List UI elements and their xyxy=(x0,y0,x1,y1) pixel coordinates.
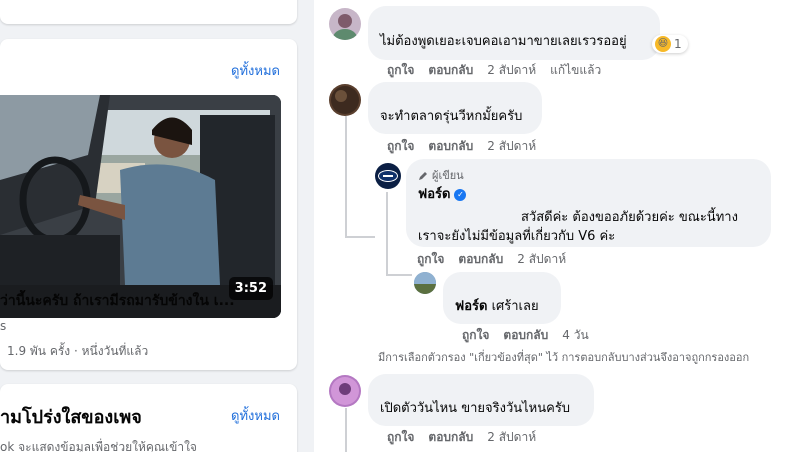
comment-time[interactable]: 4 วัน xyxy=(562,328,588,342)
comment-time[interactable]: 2 สัปดาห์ xyxy=(487,63,536,77)
commenter-avatar[interactable] xyxy=(414,272,436,294)
comment-text: เปิดตัววันไหน ขายจริงวันไหนครับ xyxy=(380,401,571,416)
comment-actions: ถูกใจ ตอบกลับ 2 สัปดาห์ xyxy=(417,250,580,269)
video-subline: s xyxy=(0,319,7,333)
comment-actions: ถูกใจ ตอบกลับ 2 สัปดาห์ xyxy=(387,137,550,156)
comment-time[interactable]: 2 สัปดาห์ xyxy=(487,430,536,444)
author-name[interactable]: ฟอร์ด xyxy=(418,185,450,204)
author-name-row: ฟอร์ด ✓ xyxy=(418,185,759,204)
reaction-number: 1 xyxy=(674,37,682,51)
author-reply-line1: สวัสดีค่ะ ต้องขออภัยด้วยค่ะ ขณะนี้ทาง xyxy=(521,210,738,225)
avatar-image xyxy=(331,377,359,405)
transparency-title: ามโปร่งใสของเพจ xyxy=(0,407,142,428)
video-title[interactable]: ว่านี้นะครับ ถ้าเรามีรถมารับข้างใน เ... xyxy=(0,290,297,312)
avatar-image xyxy=(333,14,357,40)
comment-actions: ถูกใจ ตอบกลับ 2 สัปดาห์ xyxy=(387,428,550,447)
transparency-body: ok จะแสดงข้อมูลเพื่อช่วยให้คุณเข้าใจ xyxy=(0,440,197,452)
videos-card: ดูทั้งหมด 3:52 xyxy=(0,39,297,370)
author-reply-bubble: ผู้เขียน ฟอร์ด ✓ สวัสดีค่ะ ต้องขออภัยด้ว… xyxy=(406,159,771,247)
thread-line-nested xyxy=(386,192,388,276)
reply-button[interactable]: ตอบกลับ xyxy=(428,139,473,153)
verified-badge-icon: ✓ xyxy=(454,188,467,201)
avatar-image xyxy=(414,272,436,294)
thread-line-3 xyxy=(345,408,347,452)
comment-bubble: จะทำตลาดรุ่นวีหกมั้ยครับ xyxy=(368,82,542,134)
videos-see-all-link[interactable]: ดูทั้งหมด xyxy=(231,60,280,81)
reply-button[interactable]: ตอบกลับ xyxy=(428,63,473,77)
reply-button[interactable]: ตอบกลับ xyxy=(458,252,503,266)
comment-text: ไม่ต้องพูดเยอะเจบคอเอามาขายเลยเรวรออยู่ xyxy=(380,34,627,49)
thread-line-branch xyxy=(345,236,375,238)
reply-text: เศร้าเลย xyxy=(491,299,539,314)
like-button[interactable]: ถูกใจ xyxy=(387,139,414,153)
left-column: ดูทั้งหมด 3:52 ว่านี้นะครับ ถ้าเรามีรถมา… xyxy=(0,0,314,452)
laughing-emoji-icon: 😆 xyxy=(655,36,671,52)
pencil-icon xyxy=(419,171,427,180)
comment-bubble: ไม่ต้องพูดเยอะเจบคอเอามาขายเลยเรวรออยู่ xyxy=(368,6,660,60)
like-button[interactable]: ถูกใจ xyxy=(387,430,414,444)
commenter-avatar[interactable] xyxy=(329,375,361,407)
edited-label: แก้ไขแล้ว xyxy=(550,63,602,77)
comment-actions: ถูกใจ ตอบกลับ 2 สัปดาห์ แก้ไขแล้ว xyxy=(387,61,615,80)
comment-text: จะทำตลาดรุ่นวีหกมั้ยครับ xyxy=(380,109,523,124)
reply-name[interactable]: ฟอร์ด xyxy=(455,299,487,314)
author-reply-line2: เราจะยังไม่มีข้อมูลที่เกี่ยวกับ V6 ค่ะ xyxy=(418,229,616,244)
commenter-avatar[interactable] xyxy=(329,84,361,116)
video-thumbnail[interactable]: 3:52 xyxy=(0,95,281,318)
like-button[interactable]: ถูกใจ xyxy=(387,63,414,77)
comment-actions: ถูกใจ ตอบกลับ 4 วัน xyxy=(462,326,603,345)
video-meta: 1.9 พัน ครั้ง · หนึ่งวันที่แล้ว xyxy=(7,344,149,358)
like-button[interactable]: ถูกใจ xyxy=(417,252,444,266)
avatar-image xyxy=(331,86,359,114)
reply-button[interactable]: ตอบกลับ xyxy=(428,430,473,444)
author-badge: ผู้เขียน xyxy=(418,166,759,185)
commenter-avatar[interactable] xyxy=(329,8,361,40)
author-badge-label: ผู้เขียน xyxy=(432,169,464,182)
transparency-see-all-link[interactable]: ดูทั้งหมด xyxy=(231,405,280,426)
ford-logo-icon xyxy=(378,170,398,182)
comment-bubble: เปิดตัววันไหน ขายจริงวันไหนครับ xyxy=(368,374,594,426)
ford-avatar[interactable] xyxy=(375,163,401,189)
like-button[interactable]: ถูกใจ xyxy=(462,328,489,342)
comment-bubble: ฟอร์ด เศร้าเลย xyxy=(443,272,561,324)
reply-button[interactable]: ตอบกลับ xyxy=(503,328,548,342)
reaction-count[interactable]: 😆 1 xyxy=(652,35,688,53)
thread-line xyxy=(345,116,347,238)
thread-line-nested-branch xyxy=(386,274,412,276)
filter-notice: มีการเลือกตัวกรอง "เกี่ยวข้องที่สุด" ไว้… xyxy=(378,351,750,364)
comment-time[interactable]: 2 สัปดาห์ xyxy=(487,139,536,153)
comment-time[interactable]: 2 สัปดาห์ xyxy=(517,252,566,266)
top-card xyxy=(0,0,297,24)
